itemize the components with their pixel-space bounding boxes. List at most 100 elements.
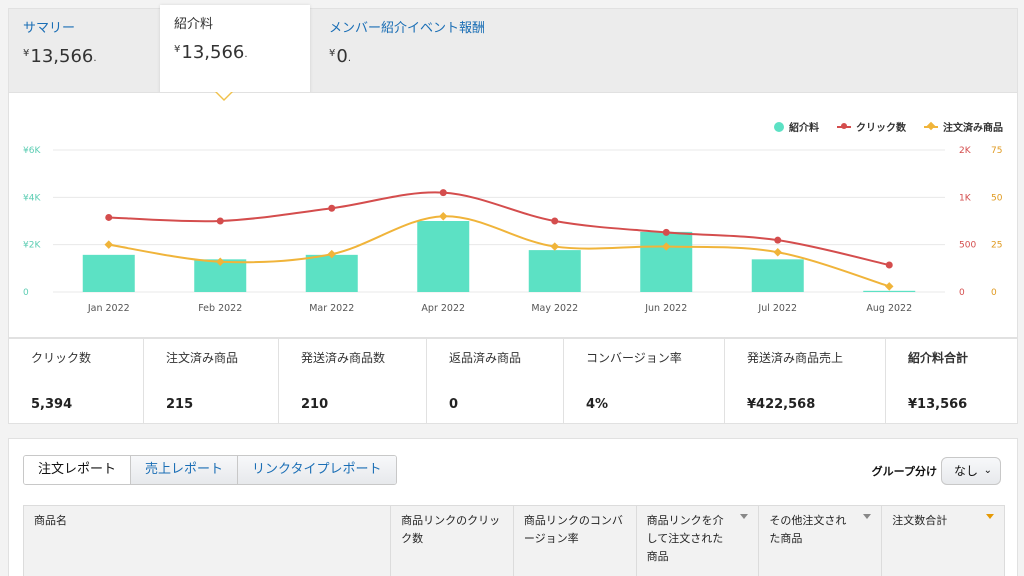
metric-conversion: コンバージョン率 4% <box>564 339 725 423</box>
point-clicks <box>885 261 893 269</box>
x-tick-label: May 2022 <box>531 303 578 314</box>
y-left-tick: ¥4K <box>23 193 41 203</box>
y-right-orders-tick: 0 <box>991 288 997 298</box>
group-by-label: グループ分け <box>871 465 937 478</box>
col-total-orders[interactable]: 注文数合計 <box>881 506 1004 576</box>
y-right-clicks-tick: 2K <box>959 146 972 156</box>
metric-shipped: 発送済み商品数 210 <box>279 339 427 423</box>
point-orders <box>885 282 894 291</box>
point-clicks <box>328 204 336 212</box>
y-left-tick: 0 <box>23 288 29 298</box>
y-right-orders-tick: 25 <box>991 241 1002 251</box>
legend-item-clicks[interactable]: クリック数 <box>837 119 906 134</box>
chevron-down-icon: ⌄ <box>983 465 992 476</box>
y-right-clicks-tick: 0 <box>959 288 965 298</box>
col-link-clicks[interactable]: 商品リンクのクリック数 <box>390 506 513 576</box>
col-product-name[interactable]: 商品名 <box>24 506 390 576</box>
y-left-tick: ¥2K <box>23 241 41 251</box>
bar-fee <box>417 221 470 292</box>
x-tick-label: Jan 2022 <box>87 303 130 314</box>
metric-value: 215 <box>166 397 194 412</box>
y-right-orders-tick: 75 <box>991 146 1002 156</box>
tab-referral-fee-value: ¥13,566· <box>174 42 248 63</box>
summary-tab-bar: サマリー ¥13,566· 紹介料 ¥13,566· メンバー紹介イベント報酬 … <box>8 5 1018 97</box>
x-tick-label: Jul 2022 <box>757 303 797 314</box>
group-by-select[interactable]: なし ⌄ <box>941 457 1001 485</box>
tab-summary[interactable]: サマリー ¥13,566· <box>9 9 159 93</box>
point-clicks <box>439 189 447 197</box>
point-orders <box>550 242 559 251</box>
tab-summary-label: サマリー <box>23 21 76 36</box>
metric-value: ¥13,566 <box>908 397 968 412</box>
sort-active-icon <box>985 514 994 519</box>
bar-fee <box>863 290 916 292</box>
metric-label: 注文済み商品 <box>166 351 239 365</box>
metric-value: ¥422,568 <box>747 397 816 412</box>
bar-fee <box>305 254 358 292</box>
bar-fee <box>528 250 581 292</box>
legend-label: 注文済み商品 <box>943 123 1003 134</box>
metric-value: 0 <box>449 397 459 412</box>
metric-label: 発送済み商品数 <box>301 351 386 365</box>
point-orders <box>773 247 782 257</box>
legend-dot-icon <box>774 121 784 132</box>
point-clicks <box>105 213 113 221</box>
point-clicks <box>216 217 224 225</box>
sort-icon <box>740 514 749 519</box>
metrics-row: クリック数 5,394 注文済み商品 215 発送済み商品数 210 返品済み商品 0 … <box>8 338 1018 424</box>
legend-item-orders[interactable]: 注文済み商品 <box>924 119 1003 134</box>
y-right-clicks-tick: 1K <box>959 193 972 203</box>
col-linked-orders[interactable]: 商品リンクを介して注文された商品 <box>635 506 759 576</box>
metric-ordered: 注文済み商品 215 <box>144 339 279 423</box>
y-right-orders-tick: 50 <box>991 193 1003 203</box>
bar-fee <box>640 231 693 292</box>
metric-label: 紹介料合計 <box>908 351 969 365</box>
chart-legend: 紹介料 クリック数 注文済み商品 <box>774 119 1003 134</box>
point-clicks <box>662 228 670 236</box>
metric-value: 5,394 <box>31 397 73 412</box>
metric-value: 4% <box>586 397 609 412</box>
tab-referral-fee-label: 紹介料 <box>174 17 214 32</box>
y-left-tick: ¥6K <box>23 146 41 156</box>
x-tick-label: Aug 2022 <box>866 303 912 314</box>
x-tick-label: Feb 2022 <box>198 303 242 314</box>
tab-member-event-label: メンバー紹介イベント報酬 <box>329 21 486 36</box>
tab-link-type-report[interactable]: リンクタイプレポート <box>237 456 396 484</box>
tab-summary-value: ¥13,566· <box>23 46 97 67</box>
col-other-orders[interactable]: その他注文された商品 <box>758 506 881 576</box>
y-right-clicks-tick: 500 <box>959 241 976 251</box>
report-table-header: 商品名 商品リンクのクリック数 商品リンクのコンバージョン率 商品リンクを介して… <box>23 505 1005 576</box>
sort-icon <box>863 514 872 519</box>
legend-diamond-icon <box>924 121 938 130</box>
point-orders <box>439 212 448 221</box>
chart-panel: 0 ¥2K ¥4K ¥6K 0 500 1K 2K 0 25 50 75 Jan 2022 Feb 202… <box>8 92 1018 338</box>
legend-label: 紹介料 <box>789 123 819 134</box>
report-panel: 注文レポート 売上レポート リンクタイプレポート グループ分け なし ⌄ 商品名… <box>8 438 1018 576</box>
metric-returned: 返品済み商品 0 <box>427 339 564 423</box>
point-clicks <box>774 236 782 244</box>
report-tabs: 注文レポート 売上レポート リンクタイプレポート <box>23 455 397 485</box>
active-tab-caret <box>215 91 233 101</box>
tab-sales-report[interactable]: 売上レポート <box>130 456 238 484</box>
legend-line-icon <box>837 122 851 129</box>
metric-shipped-revenue: 発送済み商品売上 ¥422,568 <box>725 339 886 423</box>
legend-label: クリック数 <box>856 123 906 134</box>
metric-clicks: クリック数 5,394 <box>9 339 144 423</box>
col-link-conversion[interactable]: 商品リンクのコンバージョン率 <box>512 506 636 576</box>
point-clicks <box>551 217 559 225</box>
bar-fee <box>751 259 804 292</box>
x-tick-label: Jun 2022 <box>644 303 687 314</box>
metric-label: 返品済み商品 <box>449 351 522 365</box>
metric-value: 210 <box>301 397 329 412</box>
tab-referral-fee[interactable]: 紹介料 ¥13,566· <box>160 5 310 97</box>
legend-item-fee[interactable]: 紹介料 <box>774 119 819 134</box>
bar-fee <box>82 254 135 292</box>
metric-label: 発送済み商品売上 <box>747 351 844 365</box>
x-tick-label: Apr 2022 <box>421 303 465 314</box>
x-tick-label: Mar 2022 <box>309 303 354 314</box>
tab-order-report[interactable]: 注文レポート <box>24 456 131 484</box>
point-orders <box>104 240 113 249</box>
group-by-value: なし <box>954 464 979 478</box>
tab-member-event[interactable]: メンバー紹介イベント報酬 ¥0· <box>315 9 575 93</box>
metric-label: クリック数 <box>31 351 92 365</box>
